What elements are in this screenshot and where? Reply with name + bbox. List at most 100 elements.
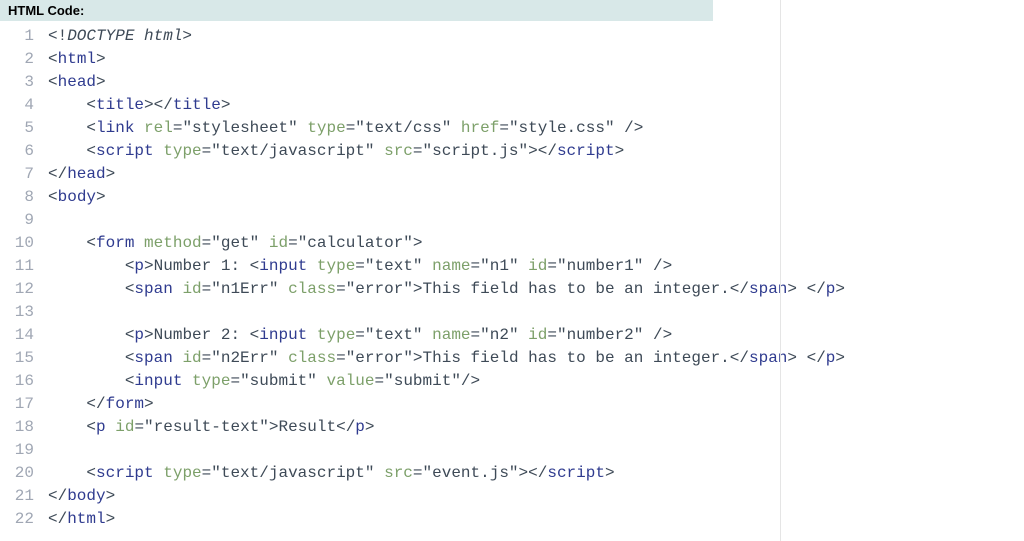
- token-av: "submit": [384, 372, 461, 390]
- token-p: [307, 257, 317, 275]
- token-tg: span: [749, 280, 787, 298]
- code-editor[interactable]: 12345678910111213141516171819202122 <!DO…: [0, 21, 1024, 535]
- token-p: >: [835, 349, 845, 367]
- token-p: [451, 119, 461, 137]
- code-line[interactable]: <p>Number 2: <input type="text" name="n2…: [48, 324, 1024, 347]
- token-p: >: [182, 27, 192, 45]
- token-av: "n2": [480, 326, 518, 344]
- code-line[interactable]: <input type="submit" value="submit"/>: [48, 370, 1024, 393]
- token-an: id: [269, 234, 288, 252]
- line-number: 10: [4, 232, 34, 255]
- token-p: >: [413, 349, 423, 367]
- line-number: 3: [4, 71, 34, 94]
- code-line[interactable]: <link rel="stylesheet" type="text/css" h…: [48, 117, 1024, 140]
- code-line[interactable]: </head>: [48, 163, 1024, 186]
- token-p: <: [48, 257, 134, 275]
- token-av: "stylesheet": [182, 119, 297, 137]
- token-an: src: [384, 464, 413, 482]
- token-tg: input: [259, 257, 307, 275]
- code-line[interactable]: </body>: [48, 485, 1024, 508]
- token-tg: head: [67, 165, 105, 183]
- token-an: type: [317, 326, 355, 344]
- token-tx: This field has to be an integer.: [423, 349, 730, 367]
- code-line[interactable]: <script type="text/javascript" src="scri…: [48, 140, 1024, 163]
- token-an: id: [528, 326, 547, 344]
- code-line[interactable]: [48, 209, 1024, 232]
- token-tg: body: [58, 188, 96, 206]
- token-an: method: [144, 234, 202, 252]
- code-line[interactable]: <script type="text/javascript" src="even…: [48, 462, 1024, 485]
- code-line[interactable]: <p id="result-text">Result</p>: [48, 416, 1024, 439]
- token-av: "event.js": [423, 464, 519, 482]
- token-p: =: [471, 326, 481, 344]
- token-p: />: [643, 257, 672, 275]
- token-av: "n1Err": [211, 280, 278, 298]
- code-area[interactable]: <!DOCTYPE html><html><head> <title></tit…: [42, 21, 1024, 535]
- code-line[interactable]: <head>: [48, 71, 1024, 94]
- token-an: value: [326, 372, 374, 390]
- token-p: [134, 119, 144, 137]
- token-p: <: [48, 142, 96, 160]
- token-p: [173, 349, 183, 367]
- token-p: [106, 418, 116, 436]
- token-tg: form: [96, 234, 134, 252]
- code-line[interactable]: <!DOCTYPE html>: [48, 25, 1024, 48]
- code-line[interactable]: </html>: [48, 508, 1024, 531]
- token-an: type: [317, 257, 355, 275]
- token-av: "result-text": [144, 418, 269, 436]
- token-av: "n2Err": [211, 349, 278, 367]
- token-p: =: [134, 418, 144, 436]
- token-p: =: [230, 372, 240, 390]
- token-p: <: [250, 257, 260, 275]
- code-line[interactable]: <p>Number 1: <input type="text" name="n1…: [48, 255, 1024, 278]
- token-p: >: [96, 188, 106, 206]
- token-p: <: [250, 326, 260, 344]
- token-p: =: [336, 280, 346, 298]
- token-p: [173, 280, 183, 298]
- token-tg: p: [826, 280, 836, 298]
- token-an: name: [432, 326, 470, 344]
- token-p: >: [106, 487, 116, 505]
- token-p: >: [605, 464, 615, 482]
- token-p: <: [48, 326, 134, 344]
- token-p: [519, 257, 529, 275]
- token-tg: script: [96, 464, 154, 482]
- token-av: "number2": [557, 326, 643, 344]
- token-an: name: [432, 257, 470, 275]
- token-av: "error": [346, 349, 413, 367]
- token-p: =: [413, 464, 423, 482]
- token-tg: input: [259, 326, 307, 344]
- token-av: "text": [365, 257, 423, 275]
- token-av: "text/javascript": [211, 464, 374, 482]
- token-p: =: [547, 326, 557, 344]
- code-line[interactable]: <form method="get" id="calculator">: [48, 232, 1024, 255]
- token-tg: script: [557, 142, 615, 160]
- token-p: <: [48, 119, 96, 137]
- token-p: <: [48, 188, 58, 206]
- token-p: =: [173, 119, 183, 137]
- code-line[interactable]: <span id="n2Err" class="error">This fiel…: [48, 347, 1024, 370]
- token-tg: p: [134, 326, 144, 344]
- token-an: src: [384, 142, 413, 160]
- line-number: 22: [4, 508, 34, 531]
- token-p: =: [202, 280, 212, 298]
- token-an: type: [163, 464, 201, 482]
- code-line[interactable]: </form>: [48, 393, 1024, 416]
- vertical-separator: [780, 0, 781, 541]
- token-tg: form: [106, 395, 144, 413]
- token-tg: title: [173, 96, 221, 114]
- code-line[interactable]: <span id="n1Err" class="error">This fiel…: [48, 278, 1024, 301]
- token-an: class: [288, 349, 336, 367]
- token-p: > </: [787, 349, 825, 367]
- code-line[interactable]: <body>: [48, 186, 1024, 209]
- token-p: >: [144, 326, 154, 344]
- code-line[interactable]: <html>: [48, 48, 1024, 71]
- token-an: href: [461, 119, 499, 137]
- token-tx: Number 1:: [154, 257, 250, 275]
- code-line[interactable]: [48, 439, 1024, 462]
- code-line[interactable]: <title></title>: [48, 94, 1024, 117]
- token-p: [278, 280, 288, 298]
- code-line[interactable]: [48, 301, 1024, 324]
- line-number: 16: [4, 370, 34, 393]
- line-number: 8: [4, 186, 34, 209]
